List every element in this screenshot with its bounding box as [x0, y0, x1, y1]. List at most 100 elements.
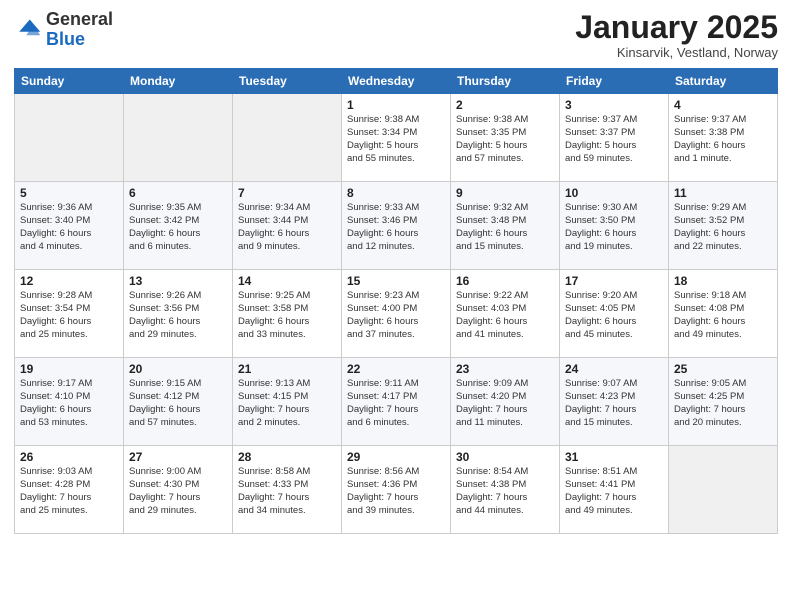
table-cell: 26 Sunrise: 9:03 AM Sunset: 4:28 PM Dayli… — [15, 446, 124, 534]
day-number: 25 — [674, 362, 772, 376]
table-cell: 7 Sunrise: 9:34 AM Sunset: 3:44 PM Daylig… — [233, 182, 342, 270]
table-cell: 16Sunrise: 9:22 AM Sunset: 4:03 PM Dayli… — [451, 270, 560, 358]
logo: General Blue — [14, 10, 113, 50]
day-info: Sunrise: 9:13 AM Sunset: 4:15 PM Dayligh… — [238, 378, 336, 429]
day-info: Sunrise: 9:05 AM Sunset: 4:25 PM Dayligh… — [674, 378, 772, 429]
day-info: Sunrise: 9:38 AM Sunset: 3:34 PM Dayligh… — [347, 114, 445, 165]
logo-general-text: General — [46, 9, 113, 29]
table-cell: 11 Sunrise: 9:29 AM Sunset: 3:52 PM Dayli… — [669, 182, 778, 270]
day-number: 3 — [565, 98, 663, 112]
day-info: Sunrise: 9:15 AM Sunset: 4:12 PM Dayligh… — [129, 378, 227, 429]
table-cell: 27 Sunrise: 9:00 AM Sunset: 4:30 PM Dayli… — [124, 446, 233, 534]
day-info: Sunrise: 9:37 AM Sunset: 3:38 PM Dayligh… — [674, 114, 772, 165]
day-number: 4 — [674, 98, 772, 112]
day-number: 20 — [129, 362, 227, 376]
day-number: 23 — [456, 362, 554, 376]
table-cell: 31Sunrise: 8:51 AM Sunset: 4:41 PM Dayli… — [560, 446, 669, 534]
day-info: Sunrise: 9:26 AM Sunset: 3:56 PM Dayligh… — [129, 290, 227, 341]
col-wednesday: Wednesday — [342, 69, 451, 94]
day-info: Sunrise: 9:11 AM Sunset: 4:17 PM Dayligh… — [347, 378, 445, 429]
day-number: 14 — [238, 274, 336, 288]
table-cell: 3 Sunrise: 9:37 AM Sunset: 3:37 PM Daylig… — [560, 94, 669, 182]
table-cell: 21 Sunrise: 9:13 AM Sunset: 4:15 PM Dayli… — [233, 358, 342, 446]
day-info: Sunrise: 9:29 AM Sunset: 3:52 PM Dayligh… — [674, 202, 772, 253]
table-cell: 17Sunrise: 9:20 AM Sunset: 4:05 PM Dayli… — [560, 270, 669, 358]
day-info: Sunrise: 9:17 AM Sunset: 4:10 PM Dayligh… — [20, 378, 118, 429]
day-number: 26 — [20, 450, 118, 464]
day-number: 5 — [20, 186, 118, 200]
title-block: January 2025 Kinsarvik, Vestland, Norway — [575, 10, 778, 60]
day-number: 9 — [456, 186, 554, 200]
table-cell: 10Sunrise: 9:30 AM Sunset: 3:50 PM Dayli… — [560, 182, 669, 270]
day-number: 27 — [129, 450, 227, 464]
table-cell: 5 Sunrise: 9:36 AM Sunset: 3:40 PM Daylig… — [15, 182, 124, 270]
day-info: Sunrise: 9:00 AM Sunset: 4:30 PM Dayligh… — [129, 466, 227, 517]
day-info: Sunrise: 9:18 AM Sunset: 4:08 PM Dayligh… — [674, 290, 772, 341]
table-cell: 22 Sunrise: 9:11 AM Sunset: 4:17 PM Dayli… — [342, 358, 451, 446]
col-thursday: Thursday — [451, 69, 560, 94]
table-cell: 9 Sunrise: 9:32 AM Sunset: 3:48 PM Daylig… — [451, 182, 560, 270]
day-number: 11 — [674, 186, 772, 200]
day-info: Sunrise: 8:56 AM Sunset: 4:36 PM Dayligh… — [347, 466, 445, 517]
col-sunday: Sunday — [15, 69, 124, 94]
logo-blue-text: Blue — [46, 29, 85, 49]
col-saturday: Saturday — [669, 69, 778, 94]
table-cell: 18Sunrise: 9:18 AM Sunset: 4:08 PM Dayli… — [669, 270, 778, 358]
day-number: 21 — [238, 362, 336, 376]
day-info: Sunrise: 9:07 AM Sunset: 4:23 PM Dayligh… — [565, 378, 663, 429]
day-number: 7 — [238, 186, 336, 200]
calendar-week-3: 12Sunrise: 9:28 AM Sunset: 3:54 PM Dayli… — [15, 270, 778, 358]
table-cell: 15 Sunrise: 9:23 AM Sunset: 4:00 PM Dayli… — [342, 270, 451, 358]
table-cell: 19 Sunrise: 9:17 AM Sunset: 4:10 PM Dayli… — [15, 358, 124, 446]
table-cell: 25 Sunrise: 9:05 AM Sunset: 4:25 PM Dayli… — [669, 358, 778, 446]
day-info: Sunrise: 9:38 AM Sunset: 3:35 PM Dayligh… — [456, 114, 554, 165]
day-number: 24 — [565, 362, 663, 376]
table-cell: 1Sunrise: 9:38 AM Sunset: 3:34 PM Daylig… — [342, 94, 451, 182]
calendar-week-1: 1Sunrise: 9:38 AM Sunset: 3:34 PM Daylig… — [15, 94, 778, 182]
day-number: 22 — [347, 362, 445, 376]
day-number: 19 — [20, 362, 118, 376]
col-friday: Friday — [560, 69, 669, 94]
day-info: Sunrise: 8:54 AM Sunset: 4:38 PM Dayligh… — [456, 466, 554, 517]
table-cell: 6 Sunrise: 9:35 AM Sunset: 3:42 PM Daylig… — [124, 182, 233, 270]
table-cell — [15, 94, 124, 182]
table-cell: 23 Sunrise: 9:09 AM Sunset: 4:20 PM Dayli… — [451, 358, 560, 446]
day-number: 28 — [238, 450, 336, 464]
col-monday: Monday — [124, 69, 233, 94]
day-info: Sunrise: 9:33 AM Sunset: 3:46 PM Dayligh… — [347, 202, 445, 253]
day-info: Sunrise: 8:51 AM Sunset: 4:41 PM Dayligh… — [565, 466, 663, 517]
calendar-header-row: Sunday Monday Tuesday Wednesday Thursday… — [15, 69, 778, 94]
header: General Blue January 2025 Kinsarvik, Ves… — [14, 10, 778, 60]
logo-icon — [14, 16, 42, 44]
day-info: Sunrise: 9:37 AM Sunset: 3:37 PM Dayligh… — [565, 114, 663, 165]
day-number: 6 — [129, 186, 227, 200]
day-info: Sunrise: 9:09 AM Sunset: 4:20 PM Dayligh… — [456, 378, 554, 429]
day-info: Sunrise: 9:36 AM Sunset: 3:40 PM Dayligh… — [20, 202, 118, 253]
calendar-week-2: 5 Sunrise: 9:36 AM Sunset: 3:40 PM Daylig… — [15, 182, 778, 270]
calendar-table: Sunday Monday Tuesday Wednesday Thursday… — [14, 68, 778, 534]
day-number: 15 — [347, 274, 445, 288]
day-info: Sunrise: 9:22 AM Sunset: 4:03 PM Dayligh… — [456, 290, 554, 341]
table-cell: 30Sunrise: 8:54 AM Sunset: 4:38 PM Dayli… — [451, 446, 560, 534]
table-cell: 28Sunrise: 8:58 AM Sunset: 4:33 PM Dayli… — [233, 446, 342, 534]
table-cell — [233, 94, 342, 182]
day-info: Sunrise: 9:20 AM Sunset: 4:05 PM Dayligh… — [565, 290, 663, 341]
day-number: 29 — [347, 450, 445, 464]
location-subtitle: Kinsarvik, Vestland, Norway — [575, 45, 778, 60]
table-cell: 14Sunrise: 9:25 AM Sunset: 3:58 PM Dayli… — [233, 270, 342, 358]
table-cell — [124, 94, 233, 182]
table-cell: 29 Sunrise: 8:56 AM Sunset: 4:36 PM Dayli… — [342, 446, 451, 534]
day-info: Sunrise: 9:35 AM Sunset: 3:42 PM Dayligh… — [129, 202, 227, 253]
day-info: Sunrise: 9:34 AM Sunset: 3:44 PM Dayligh… — [238, 202, 336, 253]
table-cell: 8Sunrise: 9:33 AM Sunset: 3:46 PM Daylig… — [342, 182, 451, 270]
day-info: Sunrise: 9:03 AM Sunset: 4:28 PM Dayligh… — [20, 466, 118, 517]
day-number: 13 — [129, 274, 227, 288]
col-tuesday: Tuesday — [233, 69, 342, 94]
month-title: January 2025 — [575, 10, 778, 45]
calendar-week-5: 26 Sunrise: 9:03 AM Sunset: 4:28 PM Dayli… — [15, 446, 778, 534]
day-number: 12 — [20, 274, 118, 288]
table-cell: 12Sunrise: 9:28 AM Sunset: 3:54 PM Dayli… — [15, 270, 124, 358]
day-info: Sunrise: 9:32 AM Sunset: 3:48 PM Dayligh… — [456, 202, 554, 253]
day-info: Sunrise: 9:23 AM Sunset: 4:00 PM Dayligh… — [347, 290, 445, 341]
calendar-page: General Blue January 2025 Kinsarvik, Ves… — [0, 0, 792, 612]
